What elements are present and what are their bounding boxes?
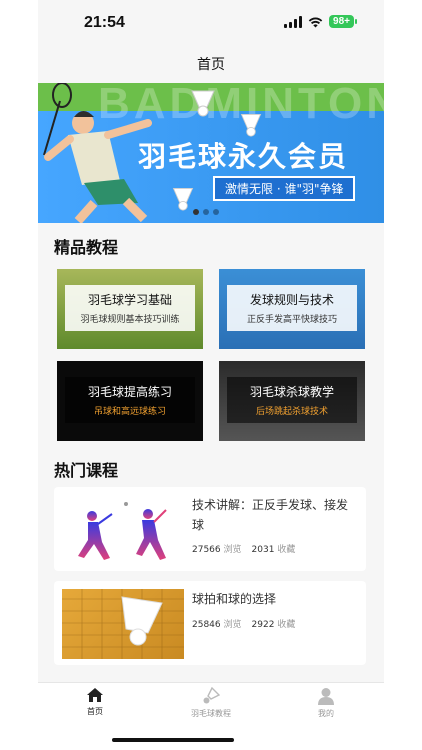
- hot-course-item[interactable]: 球拍和球的选择 25846 浏览 2922 收藏: [54, 581, 366, 665]
- favorites-label: 收藏: [277, 545, 296, 555]
- hot-course-title: 球拍和球的选择: [192, 592, 277, 606]
- tab-home[interactable]: 首页: [50, 687, 140, 717]
- favorites-count: 2031: [251, 545, 275, 555]
- course-card-title: 羽毛球杀球教学: [249, 385, 334, 399]
- players-illustration: [78, 502, 167, 560]
- hot-course-thumbnail: [62, 589, 184, 659]
- course-card-smash[interactable]: 羽毛球杀球教学 后场跳起杀球技术: [219, 361, 365, 441]
- featured-section-title: 精品教程: [54, 238, 119, 257]
- carousel-dots: [193, 209, 219, 215]
- home-icon: [87, 688, 103, 702]
- course-card-improve[interactable]: 羽毛球提高练习 吊球和高远球练习: [57, 361, 203, 441]
- course-card-basics[interactable]: 羽毛球学习基础 羽毛球规则基本技巧训练: [57, 269, 203, 349]
- tab-label: 羽毛球教程: [191, 709, 231, 718]
- battery-indicator: 98+: [329, 15, 357, 28]
- views-count: 27566: [192, 545, 221, 555]
- tab-badminton-tutorials[interactable]: 羽毛球教程: [166, 687, 256, 719]
- banner-slogan: 激情无限 · 谁"羽"争锋: [213, 176, 356, 201]
- views-label: 浏览: [223, 545, 242, 555]
- signal-icon: [284, 15, 303, 28]
- course-card-label: 羽毛球提高练习 吊球和高远球练习: [65, 377, 195, 423]
- shuttlecock-decoration-2: [240, 114, 262, 137]
- shuttlecock-decoration-1: [191, 90, 215, 117]
- tab-label: 首页: [87, 707, 103, 716]
- hot-course-thumbnail: [62, 494, 184, 564]
- course-card-title: 发球规则与技术: [249, 293, 334, 307]
- page-title: 首页: [197, 57, 225, 73]
- status-bar: 21:54 98+: [38, 0, 384, 46]
- course-card-subtitle: 羽毛球规则基本技巧训练: [80, 315, 180, 325]
- carousel-dot[interactable]: [203, 209, 209, 215]
- course-card-title: 羽毛球学习基础: [87, 293, 172, 307]
- banner-title: 羽毛球永久会员: [138, 140, 349, 173]
- status-icons: 98+: [284, 15, 357, 28]
- hot-course-meta: 27566 浏览 2031 收藏: [192, 542, 295, 555]
- course-card-title: 羽毛球提高练习: [87, 385, 172, 399]
- course-card-subtitle: 正反手发高平快球技巧: [246, 315, 337, 325]
- nav-bar: 首页: [38, 46, 384, 82]
- views-label: 浏览: [223, 620, 242, 630]
- tab-label: 我的: [318, 709, 334, 718]
- wifi-icon: [308, 17, 323, 27]
- phone-screen: 21:54 98+ 首页 BADMINTON 羽毛球永久会员 激情无限 · 谁"…: [38, 0, 384, 750]
- shuttlecock-icon: [203, 687, 220, 704]
- course-card-subtitle: 吊球和高远球练习: [93, 407, 166, 417]
- favorites-count: 2922: [251, 620, 275, 630]
- views-count: 25846: [192, 620, 221, 630]
- course-card-label: 羽毛球学习基础 羽毛球规则基本技巧训练: [65, 285, 195, 331]
- course-card-serve[interactable]: 发球规则与技术 正反手发高平快球技巧: [219, 269, 365, 349]
- home-indicator[interactable]: [112, 738, 234, 742]
- course-card-subtitle: 后场跳起杀球技术: [255, 407, 328, 417]
- course-card-label: 羽毛球杀球教学 后场跳起杀球技术: [227, 377, 357, 423]
- hot-course-item[interactable]: 技术讲解：正反手发球、接发球 27566 浏览 2031 收藏: [54, 487, 366, 571]
- carousel-dot[interactable]: [193, 209, 199, 215]
- hot-course-title: 技术讲解：正反手发球、接发球: [192, 498, 349, 532]
- banner-carousel[interactable]: BADMINTON 羽毛球永久会员 激情无限 · 谁"羽"争锋: [38, 83, 384, 223]
- hot-section-title: 热门课程: [54, 461, 119, 480]
- carousel-dot[interactable]: [213, 209, 219, 215]
- course-card-label: 发球规则与技术 正反手发高平快球技巧: [227, 285, 357, 331]
- status-time: 21:54: [84, 14, 125, 31]
- favorites-label: 收藏: [277, 620, 296, 630]
- hot-course-meta: 25846 浏览 2922 收藏: [192, 617, 295, 630]
- shuttlecock-racket-photo: [62, 589, 184, 659]
- user-icon: [318, 688, 334, 705]
- tab-mine[interactable]: 我的: [281, 687, 371, 719]
